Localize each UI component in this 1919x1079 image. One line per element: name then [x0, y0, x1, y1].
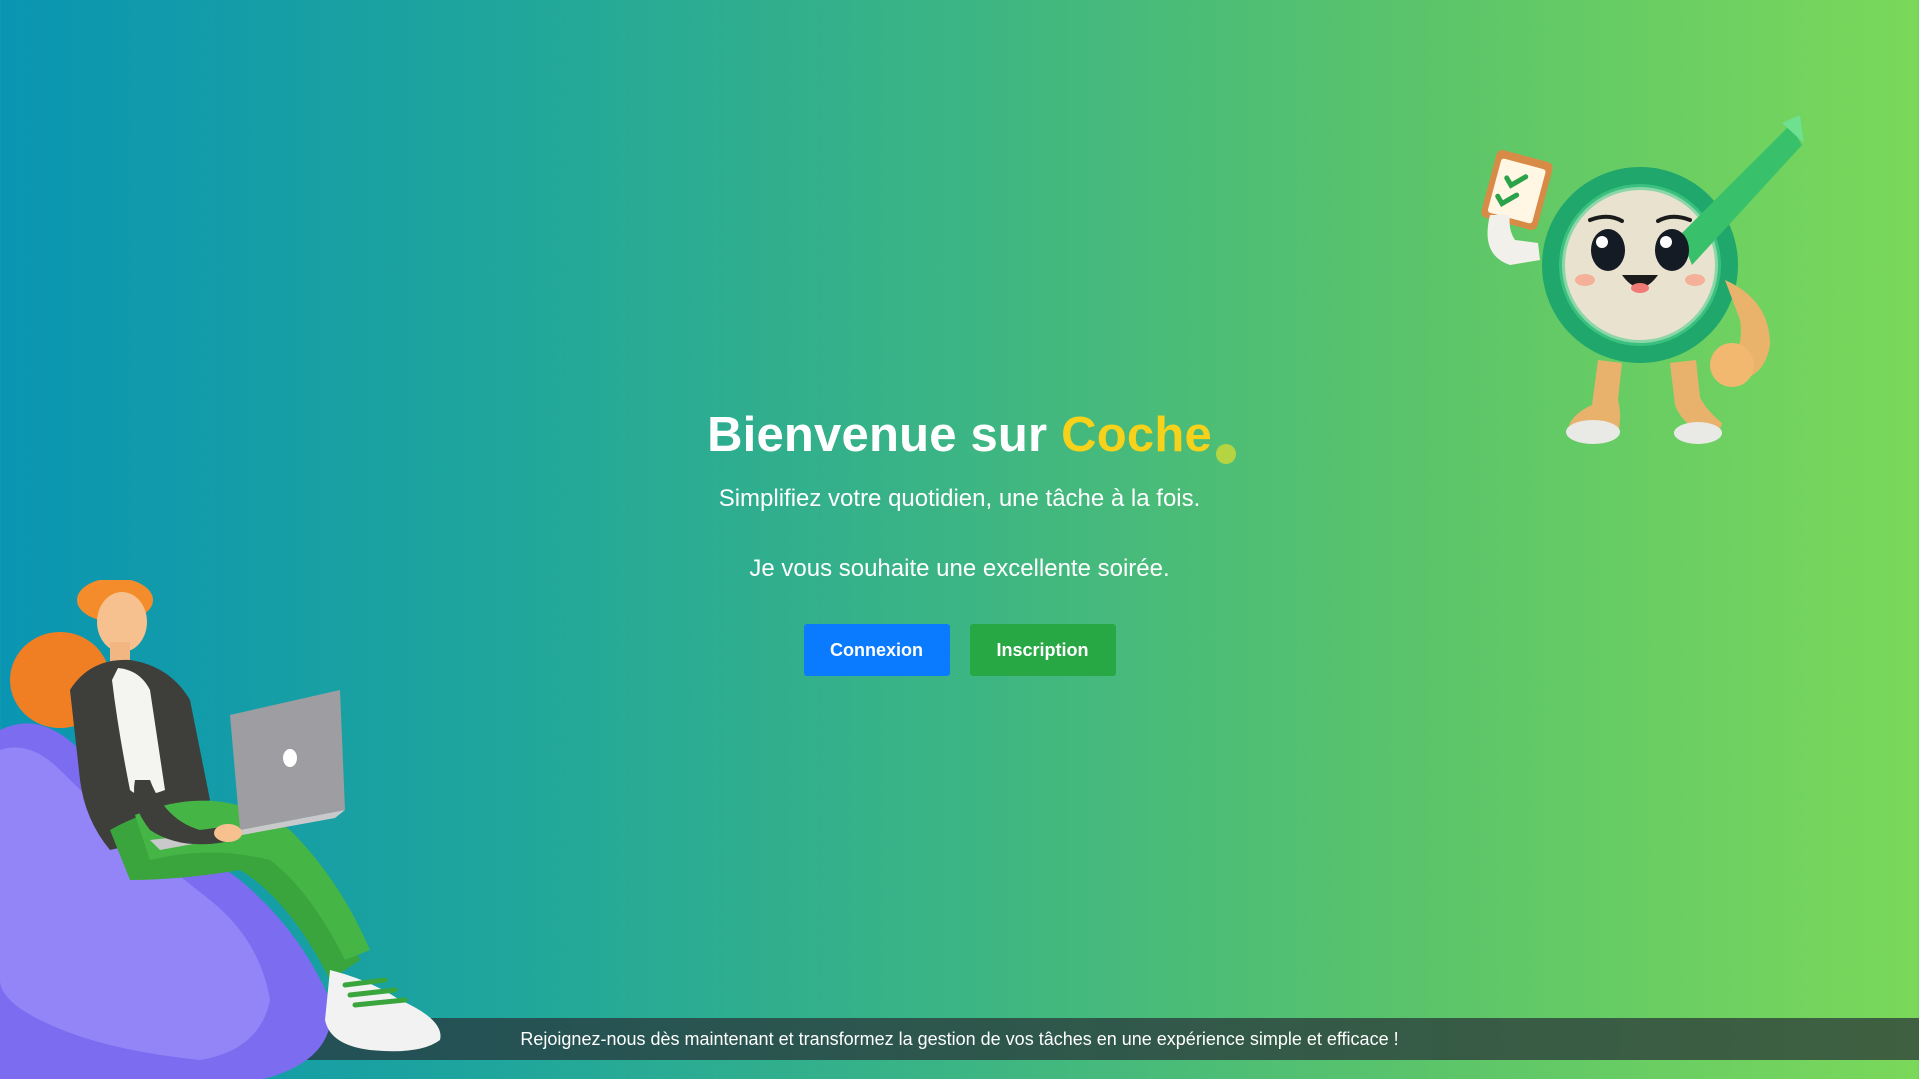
title-prefix: Bienvenue sur	[707, 408, 1062, 462]
hero-subtitle: Simplifiez votre quotidien, une tâche à …	[718, 485, 1201, 512]
login-button[interactable]: Connexion	[803, 624, 950, 676]
brand-name: Coche	[1061, 408, 1212, 462]
page-title: Bienvenue sur Coche	[707, 400, 1236, 470]
decorative-dot	[1215, 444, 1236, 464]
signup-button[interactable]: Inscription	[969, 624, 1116, 676]
footer-text: Rejoignez-nous dès maintenant et transfo…	[520, 1029, 1399, 1049]
woman-laptop-illustration	[0, 580, 441, 1079]
